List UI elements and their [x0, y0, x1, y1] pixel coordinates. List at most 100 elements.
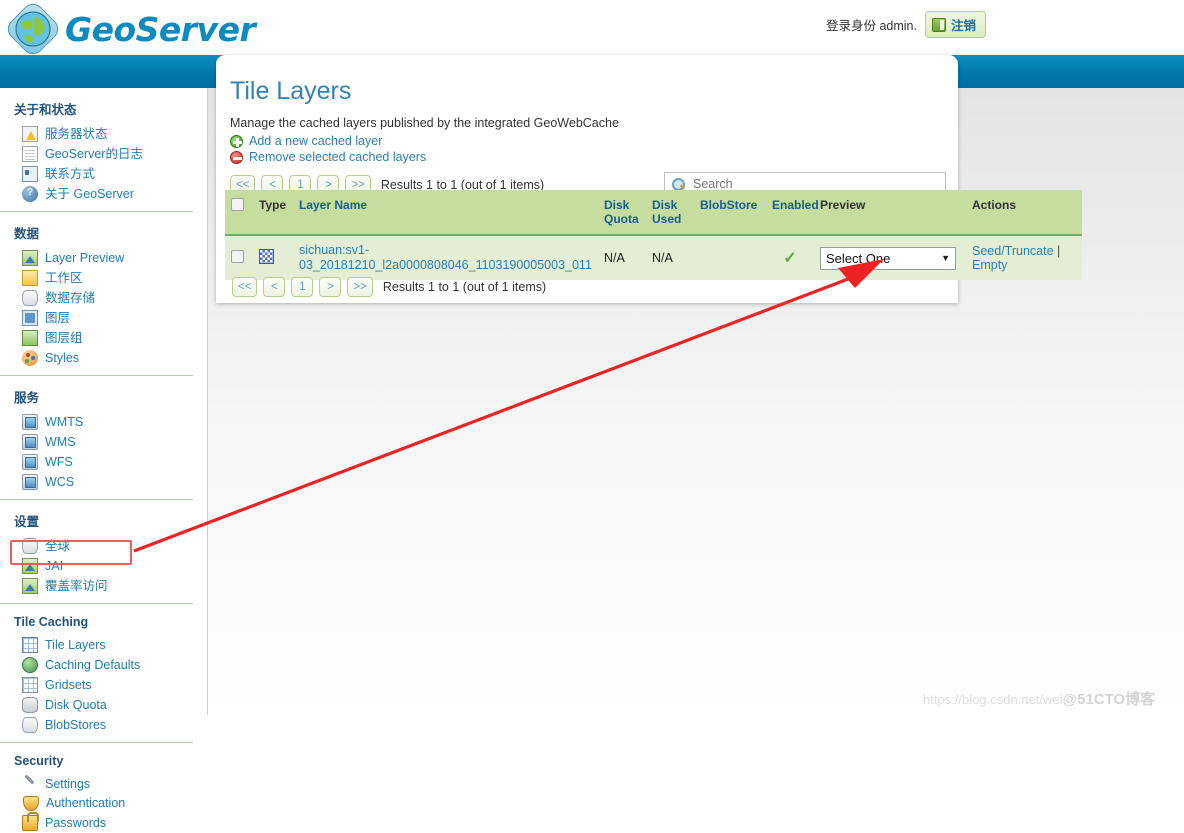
- sidebar-item-global[interactable]: 全球: [14, 536, 207, 556]
- table-row: sichuan:sv1-03_20181210_l2a0000808046_11…: [225, 235, 1082, 280]
- remove-cached-layers-link[interactable]: Remove selected cached layers: [230, 150, 940, 164]
- sidebar-item-blobstores[interactable]: BlobStores: [14, 715, 207, 735]
- sidebar-item-label: 关于 GeoServer: [45, 186, 134, 201]
- preview-select-dropdown[interactable]: Select One ▼: [820, 246, 956, 270]
- sidebar-item-server-status[interactable]: 服务器状态: [14, 124, 207, 144]
- row-enabled-cell: ✓: [766, 235, 814, 280]
- service-wfs-icon: [22, 454, 38, 470]
- sidebar-item-label: WCS: [45, 474, 75, 489]
- login-area: 登录身份 admin. 注销: [826, 11, 986, 38]
- workspace-folder-icon: [22, 270, 38, 286]
- pager-bottom-next-button[interactable]: >: [319, 277, 342, 297]
- sidebar-group-title: 数据: [14, 227, 40, 241]
- about-info-icon: [22, 185, 38, 202]
- sidebar-item-wcs[interactable]: WCS: [14, 472, 207, 492]
- sidebar-item-layer-preview[interactable]: Layer Preview: [14, 248, 207, 268]
- layer-name-link[interactable]: sichuan:sv1-03_20181210_l2a0000808046_11…: [299, 243, 592, 272]
- sidebar-item-contact[interactable]: 联系方式: [14, 164, 207, 184]
- pager-bottom-page-1-button[interactable]: 1: [291, 277, 314, 297]
- sidebar-item-about-geoserver[interactable]: 关于 GeoServer: [14, 184, 207, 204]
- pager-bottom: << < 1 > >> Results 1 to 1 (out of 1 ite…: [232, 277, 546, 297]
- sidebar-item-passwords[interactable]: Passwords: [14, 812, 207, 833]
- row-layer-name-cell: sichuan:sv1-03_20181210_l2a0000808046_11…: [293, 235, 598, 280]
- sidebar-item-wms[interactable]: WMS: [14, 432, 207, 452]
- page-description: Manage the cached layers published by th…: [230, 116, 619, 130]
- sidebar-item-wmts[interactable]: WMTS: [14, 412, 207, 432]
- column-blobstore[interactable]: BlobStore: [694, 190, 766, 236]
- sidebar-item-label: 数据存储: [45, 290, 96, 305]
- seed-truncate-link[interactable]: Seed/Truncate: [972, 244, 1054, 258]
- sidebar-item-caching-defaults[interactable]: Caching Defaults: [14, 655, 207, 675]
- sidebar-group-settings: 设置 全球 JAI 覆盖率访问: [0, 500, 207, 596]
- sidebar-group-services: 服务 WMTS WMS WFS WCS: [0, 376, 207, 492]
- sidebar-item-layer-groups[interactable]: 图层组: [14, 328, 207, 348]
- contact-card-icon: [22, 166, 38, 182]
- raster-tile-icon: [259, 249, 274, 264]
- sidebar-item-authentication[interactable]: Authentication: [14, 794, 207, 813]
- blobstores-icon: [22, 717, 38, 733]
- sidebar-item-styles[interactable]: Styles: [14, 348, 207, 368]
- sidebar-item-disk-quota[interactable]: Disk Quota: [14, 695, 207, 715]
- sidebar-group-about: 关于和状态 服务器状态 GeoServer的日志 联系方式 关于 GeoServ…: [0, 88, 207, 204]
- sidebar-item-label: Layer Preview: [45, 250, 125, 265]
- action-separator: |: [1057, 244, 1061, 258]
- styles-palette-icon: [22, 350, 38, 366]
- logout-button[interactable]: 注销: [924, 11, 986, 38]
- column-disk-used[interactable]: Disk Used: [646, 190, 694, 236]
- sidebar-item-wfs[interactable]: WFS: [14, 452, 207, 472]
- row-checkbox[interactable]: [231, 250, 244, 263]
- coverage-access-icon: [22, 578, 38, 594]
- column-enabled[interactable]: Enabled: [766, 190, 819, 236]
- sidebar-group-title: Security: [14, 754, 64, 768]
- sidebar-item-jai[interactable]: JAI: [14, 556, 207, 576]
- sidebar-group-title: Tile Caching: [14, 615, 89, 629]
- sidebar-item-security-settings[interactable]: Settings: [14, 774, 207, 794]
- sidebar-item-coverage-access[interactable]: 覆盖率访问: [14, 576, 207, 596]
- sidebar-group-title: 设置: [14, 515, 40, 529]
- pager-bottom-last-button[interactable]: >>: [347, 277, 373, 297]
- sidebar-group-security: Security Settings Authentication Passwor…: [0, 743, 207, 833]
- row-disk-quota-cell: N/A: [598, 235, 646, 280]
- sidebar-item-label: 全球: [45, 538, 71, 553]
- column-type[interactable]: Type: [253, 190, 293, 236]
- column-actions: Actions: [966, 190, 1082, 236]
- row-actions-cell: Seed/Truncate | Empty: [966, 235, 1082, 280]
- add-cached-layer-link[interactable]: Add a new cached layer: [230, 134, 940, 148]
- shield-icon: [23, 796, 39, 811]
- sidebar-item-label: Authentication: [46, 796, 126, 810]
- global-settings-icon: [22, 538, 38, 554]
- sidebar-item-label: WFS: [45, 454, 73, 469]
- select-all-checkbox[interactable]: [231, 198, 244, 211]
- sidebar-item-label: WMS: [45, 434, 76, 449]
- row-preview-cell: Select One ▼: [814, 235, 966, 280]
- brand-logo[interactable]: GeoServer: [3, 0, 256, 59]
- pager-bottom-first-button[interactable]: <<: [232, 277, 258, 297]
- sidebar-item-workspaces[interactable]: 工作区: [14, 268, 207, 288]
- sidebar-item-label: 覆盖率访问: [45, 578, 108, 593]
- column-disk-quota[interactable]: Disk Quota: [598, 190, 646, 236]
- sidebar-item-gridsets[interactable]: Gridsets: [14, 675, 207, 695]
- sidebar-group-title: 服务: [14, 391, 40, 405]
- sidebar-item-tile-layers[interactable]: Tile Layers: [14, 635, 207, 655]
- sidebar-group-data: 数据 Layer Preview 工作区 数据存储 图层 图层组 Styles: [0, 212, 207, 368]
- service-wmts-icon: [22, 414, 38, 430]
- column-layer-name[interactable]: Layer Name: [293, 190, 598, 236]
- column-preview: Preview: [814, 190, 966, 236]
- column-select-all[interactable]: [225, 190, 253, 236]
- sidebar-item-layers[interactable]: 图层: [14, 308, 207, 328]
- pager-bottom-prev-button[interactable]: <: [263, 277, 286, 297]
- tile-layers-icon: [22, 637, 38, 653]
- row-select-cell[interactable]: [225, 235, 253, 280]
- brand-name: GeoServer: [65, 9, 256, 49]
- server-status-icon: [22, 126, 38, 142]
- sidebar-item-geoserver-logs[interactable]: GeoServer的日志: [14, 144, 207, 164]
- wrench-icon: [22, 776, 38, 792]
- sidebar-item-datastores[interactable]: 数据存储: [14, 288, 207, 308]
- sidebar-item-label: GeoServer的日志: [45, 146, 143, 161]
- logout-label: 注销: [950, 19, 976, 33]
- green-check-icon: ✓: [783, 250, 797, 267]
- empty-link[interactable]: Empty: [972, 258, 1007, 272]
- row-type-cell: [253, 235, 293, 280]
- sidebar-item-label: 服务器状态: [45, 126, 108, 141]
- remove-cached-layers-label: Remove selected cached layers: [249, 150, 427, 164]
